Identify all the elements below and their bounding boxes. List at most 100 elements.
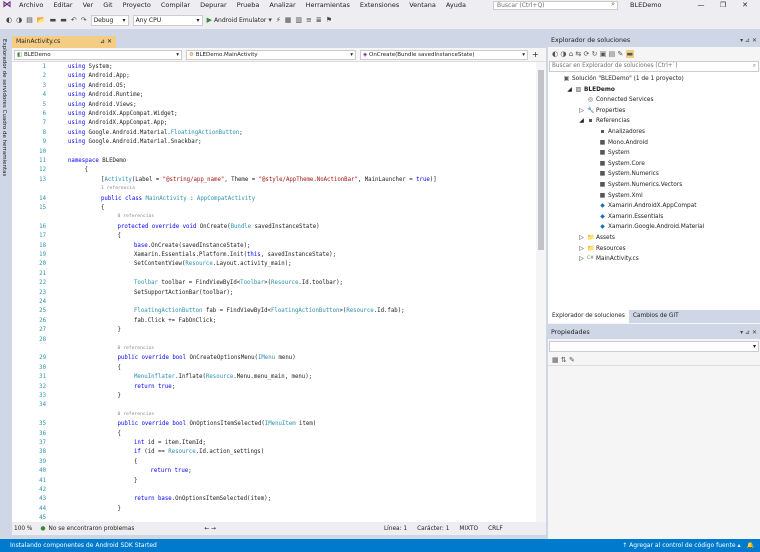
editor-scrollbar[interactable]: [536, 62, 546, 522]
expand-arrow-icon[interactable]: ▷: [578, 244, 585, 254]
tree-item[interactable]: ◎ Connected Services: [578, 95, 654, 105]
menu-item-ventana[interactable]: Ventana: [404, 0, 441, 11]
minimize-button[interactable]: —: [690, 0, 712, 11]
run-target[interactable]: Android Emulator: [214, 17, 266, 24]
tree-item[interactable]: ■ System: [590, 148, 630, 158]
tree-item[interactable]: ◆ Xamarin.Essentials: [590, 212, 663, 222]
tree-item[interactable]: ◆ Xamarin.AndroidX.AppCompat: [590, 201, 696, 211]
search-box[interactable]: Buscar (Ctrl+Q) ⌕: [493, 1, 618, 10]
menu-item-editar[interactable]: Editar: [48, 0, 77, 11]
menu-item-analizar[interactable]: Analizar: [264, 0, 300, 11]
menu-item-ver[interactable]: Ver: [78, 0, 99, 11]
tree-item[interactable]: ▷ 📁 Resources: [578, 244, 625, 254]
categorized-icon[interactable]: ▦: [552, 356, 559, 364]
expand-arrow-icon[interactable]: ◢: [566, 85, 573, 95]
menu-item-ayuda[interactable]: Ayuda: [441, 0, 471, 11]
tree-item[interactable]: ■ System.Numerics: [590, 169, 659, 179]
maximize-button[interactable]: ❐: [712, 0, 734, 11]
hot-reload-icon[interactable]: ⚡: [274, 16, 283, 24]
tree-item[interactable]: ■ System.Numerics.Vectors: [590, 180, 683, 190]
redo-icon[interactable]: ↷: [79, 16, 89, 24]
tree-item[interactable]: ▣ Solución "BLEDemo" (1 de 1 proyecto): [554, 74, 684, 84]
codelens-reference[interactable]: 0 referencias: [118, 214, 155, 219]
expand-arrow-icon[interactable]: ▷: [578, 106, 585, 116]
expand-arrow-icon[interactable]: ◢: [578, 116, 585, 126]
close-button[interactable]: ✕: [734, 0, 756, 11]
tree-item[interactable]: ▷ 🔧 Properties: [578, 106, 625, 116]
problems-status[interactable]: No se encontraron problemas: [48, 526, 134, 532]
nav-arrows-icon[interactable]: ← →: [204, 526, 216, 532]
tree-item[interactable]: ▪ Analizadores: [590, 127, 645, 137]
codelens-reference[interactable]: 0 referencias: [118, 412, 155, 417]
wrench-icon[interactable]: ✎: [617, 50, 623, 58]
menu-item-compilar[interactable]: Compilar: [156, 0, 195, 11]
zoom-level[interactable]: 100 %: [14, 526, 32, 532]
run-icon[interactable]: ▶: [205, 16, 214, 24]
undo-icon[interactable]: ↶: [69, 16, 79, 24]
layout-icon[interactable]: ▥: [293, 16, 304, 24]
panel-controls[interactable]: ▾ ⊿ ✕: [740, 326, 757, 339]
tree-item[interactable]: ◢ ▪ Referencias: [578, 116, 630, 126]
solution-search-input[interactable]: Buscar en Explorador de soluciones (Ctrl…: [552, 63, 678, 69]
search-input[interactable]: Buscar (Ctrl+Q): [497, 2, 545, 9]
new-item-icon[interactable]: ▤: [24, 16, 35, 24]
scrollbar-thumb[interactable]: [538, 70, 544, 250]
panel-controls[interactable]: ▾ ⊿ ✕: [740, 34, 757, 47]
tab-solution-explorer[interactable]: Explorador de soluciones: [548, 310, 629, 323]
back-icon[interactable]: ◐: [4, 16, 14, 24]
save-icon[interactable]: ▬: [48, 16, 59, 24]
eol-mode[interactable]: CRLF: [488, 526, 503, 532]
tree-item[interactable]: ■ System.Xml: [590, 191, 643, 201]
split-add-icon[interactable]: +: [532, 50, 539, 59]
collapse-icon[interactable]: ▣: [600, 50, 607, 58]
tree-item[interactable]: ▷ C# MainActivity.cs: [578, 254, 639, 264]
switch-view-icon[interactable]: ⇆: [575, 50, 581, 58]
open-icon[interactable]: 📂: [35, 16, 48, 24]
class-nav-select[interactable]: ⚙ BLEDemo.MainActivity ▾: [186, 49, 356, 60]
menu-item-extensiones[interactable]: Extensiones: [355, 0, 404, 11]
tab-mainactivity[interactable]: MainActivity.cs ⊿ ✕: [12, 36, 116, 48]
refresh-icon[interactable]: ↻: [592, 50, 598, 58]
sync-icon[interactable]: ⟳: [583, 50, 589, 58]
source-control-button[interactable]: ↑ Agregar al control de código fuente ▴: [622, 539, 746, 552]
project-nav-select[interactable]: ◧ BLEDemo ▾: [14, 49, 182, 60]
left-tool-tabs[interactable]: Explorador de servidores Cuadro de herra…: [1, 39, 7, 176]
platform-select[interactable]: Any CPU ▾: [132, 14, 203, 26]
menu-item-proyecto[interactable]: Proyecto: [118, 0, 156, 11]
show-all-icon[interactable]: ▤: [609, 50, 616, 58]
config-select[interactable]: Debug ▾: [90, 14, 129, 26]
code-area[interactable]: 1 using System; 2 using Android.App; 3 using …: [12, 62, 536, 522]
codelens-reference[interactable]: 0 referencias: [118, 346, 155, 351]
pin-icon[interactable]: ⊿: [100, 38, 105, 45]
solution-search-box[interactable]: Buscar en Explorador de soluciones (Ctrl…: [549, 61, 759, 72]
chevron-down-icon[interactable]: ▾: [266, 16, 274, 24]
codelens-reference[interactable]: 1 referencia: [101, 186, 135, 191]
tree-item[interactable]: ◆ Xamarin.Google.Android.Material: [590, 222, 704, 232]
properties-object-select[interactable]: ▾: [549, 341, 759, 352]
device-icon[interactable]: ▦: [283, 16, 294, 24]
indent-mode[interactable]: MIXTO: [459, 526, 478, 532]
save-all-icon[interactable]: ▬: [58, 16, 69, 24]
member-nav-select[interactable]: ◈ OnCreate(Bundle savedInstanceState) ▾: [360, 49, 528, 60]
tree-item[interactable]: ▷ 📁 Assets: [578, 233, 615, 243]
tree-item[interactable]: ■ Mono.Android: [590, 138, 648, 148]
expand-arrow-icon[interactable]: ▷: [578, 233, 585, 243]
home-icon[interactable]: ⌂: [569, 50, 573, 58]
comment-icon[interactable]: ≡: [304, 16, 314, 24]
expand-arrow-icon[interactable]: ▷: [578, 254, 585, 264]
notification-bell-icon[interactable]: 🔔: [747, 539, 760, 552]
bookmark-icon[interactable]: ⚑: [324, 16, 334, 24]
forward-icon[interactable]: ◑: [14, 16, 24, 24]
wrench-icon[interactable]: ✎: [569, 356, 575, 364]
close-icon[interactable]: ✕: [107, 38, 112, 45]
tree-item[interactable]: ■ System.Core: [590, 159, 645, 169]
forward-icon[interactable]: ◑: [560, 50, 566, 58]
menu-item-prueba[interactable]: Prueba: [232, 0, 265, 11]
preview-icon[interactable]: ▬: [625, 50, 635, 58]
menu-item-herramientas[interactable]: Herramientas: [301, 0, 355, 11]
alphabetical-icon[interactable]: ⇅: [561, 356, 567, 364]
tab-git-changes[interactable]: Cambios de GIT: [629, 310, 683, 323]
menu-item-git[interactable]: Git: [98, 0, 117, 11]
menu-item-archivo[interactable]: Archivo: [14, 0, 48, 11]
uncomment-icon[interactable]: ≣: [314, 16, 324, 24]
